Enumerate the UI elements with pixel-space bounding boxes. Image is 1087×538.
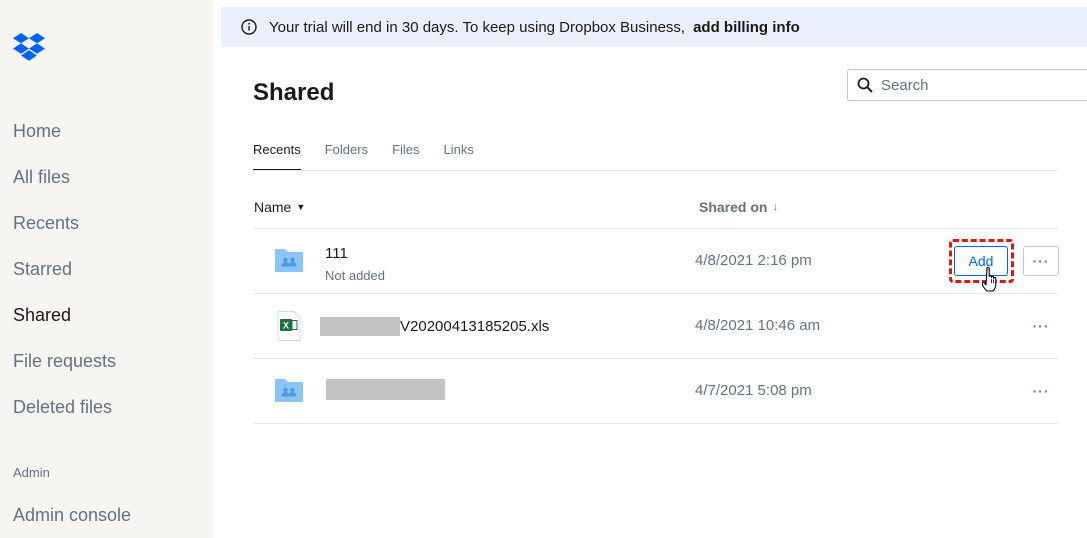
- more-options-button[interactable]: ···: [1023, 311, 1059, 341]
- sidebar-item-shared[interactable]: Shared: [13, 305, 71, 326]
- row-shared-on: 4/8/2021 10:46 am: [695, 317, 821, 334]
- page-title: Shared: [253, 79, 335, 106]
- sidebar-item-admin-console[interactable]: Admin console: [13, 505, 131, 526]
- info-icon: [241, 19, 257, 35]
- shared-folder-icon: [275, 249, 303, 272]
- dropbox-logo-icon[interactable]: [13, 33, 45, 61]
- banner-message: Your trial will end in 30 days. To keep …: [269, 18, 686, 36]
- search-icon: [857, 77, 873, 93]
- shared-folder-icon: [275, 379, 303, 402]
- table-row[interactable]: X V20200413185205.xls 4/8/2021 10:46 am …: [253, 294, 1058, 359]
- sidebar-item-deleted-files[interactable]: Deleted files: [13, 397, 112, 418]
- sidebar-item-file-requests[interactable]: File requests: [13, 351, 116, 372]
- sidebar-item-starred[interactable]: Starred: [13, 259, 72, 280]
- more-options-button[interactable]: ···: [1023, 246, 1059, 276]
- row-status: Not added: [325, 268, 385, 283]
- add-billing-info-link[interactable]: add billing info: [693, 19, 800, 36]
- sidebar: Home All files Recents Starred Shared Fi…: [0, 0, 213, 538]
- sidebar-section-admin: Admin: [13, 465, 50, 480]
- svg-text:X: X: [283, 321, 289, 331]
- row-shared-on: 4/8/2021 2:16 pm: [695, 252, 812, 269]
- table-row[interactable]: 111 Not added 4/8/2021 2:16 pm ···: [253, 229, 1059, 294]
- trial-banner: Your trial will end in 30 days. To keep …: [221, 7, 1087, 47]
- column-header-name-label: Name: [254, 199, 292, 215]
- sidebar-item-recents[interactable]: Recents: [13, 213, 79, 234]
- sort-arrow-down-icon: ↓: [772, 201, 778, 213]
- more-options-button[interactable]: ···: [1023, 376, 1059, 406]
- caret-down-icon: ▼: [296, 202, 306, 212]
- sidebar-item-all-files[interactable]: All files: [13, 167, 70, 188]
- table-row[interactable]: 4/7/2021 5:08 pm ···: [253, 359, 1058, 424]
- hand-cursor-icon: [982, 266, 997, 292]
- column-header-name[interactable]: Name ▼: [254, 199, 305, 215]
- excel-file-icon: X: [277, 311, 301, 341]
- column-header-shared-on[interactable]: Shared on ↓: [699, 199, 778, 215]
- tab-files[interactable]: Files: [392, 141, 419, 171]
- tab-recents[interactable]: Recents: [253, 141, 301, 171]
- row-name[interactable]: 111: [325, 245, 348, 262]
- tab-links[interactable]: Links: [444, 141, 474, 171]
- search-input[interactable]: [881, 76, 1071, 94]
- row-name[interactable]: V20200413185205.xls: [400, 318, 549, 335]
- redacted-filename-block: [320, 317, 400, 336]
- sidebar-item-home[interactable]: Home: [13, 121, 61, 142]
- search-box[interactable]: [847, 69, 1087, 101]
- tabs-divider: [253, 170, 1058, 171]
- row-shared-on: 4/7/2021 5:08 pm: [695, 382, 812, 399]
- redacted-foldername-block: [326, 379, 445, 400]
- tab-folders[interactable]: Folders: [325, 141, 368, 171]
- column-header-shared-on-label: Shared on: [699, 199, 768, 215]
- shared-tabs: Recents Folders Files Links: [253, 141, 498, 171]
